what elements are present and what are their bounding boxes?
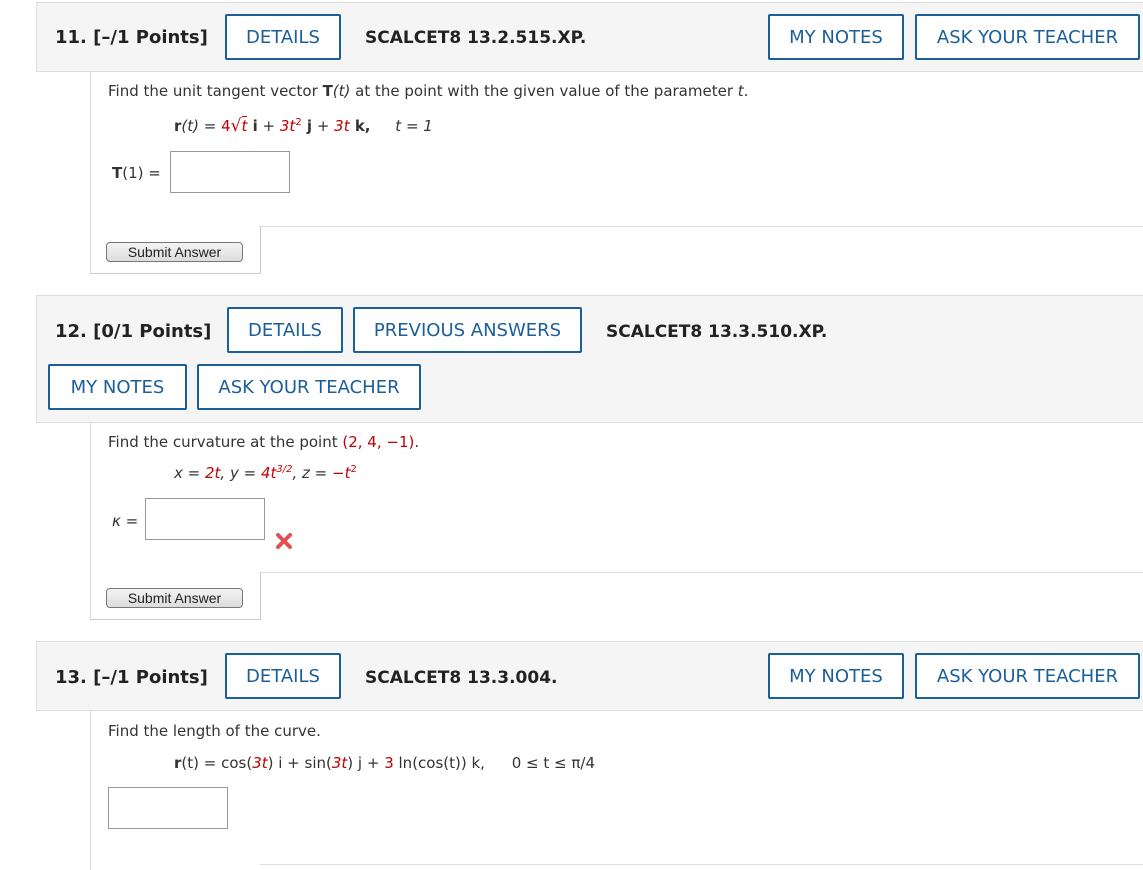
incorrect-x-icon: [276, 533, 292, 549]
q13-bottom-divider: [260, 864, 1143, 865]
q12-my-notes-button[interactable]: MY NOTES: [48, 364, 187, 410]
q12-details-button[interactable]: DETAILS: [227, 307, 343, 353]
q12-answer-input[interactable]: [145, 498, 265, 540]
q13-problem-code: SCALCET8 13.3.004.: [365, 668, 558, 688]
q12-previous-answers-button[interactable]: PREVIOUS ANSWERS: [353, 307, 582, 353]
q11-answer-label: T(1) =: [112, 164, 161, 182]
q11-header: 11. [–/1 Points] DETAILS SCALCET8 13.2.5…: [36, 2, 1143, 72]
q13-equation: r(t) = cos(3t) i + sin(3t) j + 3 ln(cos(…: [174, 754, 595, 772]
q11-submit-button[interactable]: Submit Answer: [106, 242, 243, 262]
q12-submit-divider: [260, 572, 1143, 573]
q12-ask-teacher-button[interactable]: ASK YOUR TEACHER: [197, 364, 421, 410]
q12-number: 12. [0/1 Points]: [55, 321, 212, 342]
q13-answer-input[interactable]: [108, 787, 228, 829]
q11-details-button[interactable]: DETAILS: [225, 14, 341, 60]
q13-my-notes-button[interactable]: MY NOTES: [768, 653, 904, 699]
q13-number: 13. [–/1 Points]: [55, 667, 208, 688]
q11-submit-divider: [260, 226, 1143, 227]
q11-problem-code: SCALCET8 13.2.515.XP.: [365, 28, 587, 48]
q11-equation: r(t) = 4√t i + 3t2 j + 3t k, t = 1: [174, 116, 433, 136]
q13-prompt: Find the length of the curve.: [108, 722, 321, 740]
sqrt-symbol: √: [230, 116, 242, 136]
q13-details-button[interactable]: DETAILS: [225, 653, 341, 699]
q11-number: 11. [–/1 Points]: [55, 27, 208, 48]
q11-my-notes-button[interactable]: MY NOTES: [768, 14, 904, 60]
q12-submit-button[interactable]: Submit Answer: [106, 588, 243, 608]
q11-ask-teacher-button[interactable]: ASK YOUR TEACHER: [915, 14, 1140, 60]
q12-prompt: Find the curvature at the point (2, 4, −…: [108, 433, 420, 451]
q12-answer-label: κ =: [112, 512, 139, 530]
q11-answer-input[interactable]: [170, 151, 290, 193]
q12-problem-code: SCALCET8 13.3.510.XP.: [606, 322, 828, 342]
q13-header: 13. [–/1 Points] DETAILS SCALCET8 13.3.0…: [36, 641, 1143, 711]
q11-prompt: Find the unit tangent vector T(t) at the…: [108, 82, 749, 100]
q13-ask-teacher-button[interactable]: ASK YOUR TEACHER: [915, 653, 1140, 699]
q12-equation: x = 2t, y = 4t3/2, z = −t2: [174, 464, 357, 482]
q12-header: 12. [0/1 Points] DETAILS PREVIOUS ANSWER…: [36, 295, 1143, 423]
